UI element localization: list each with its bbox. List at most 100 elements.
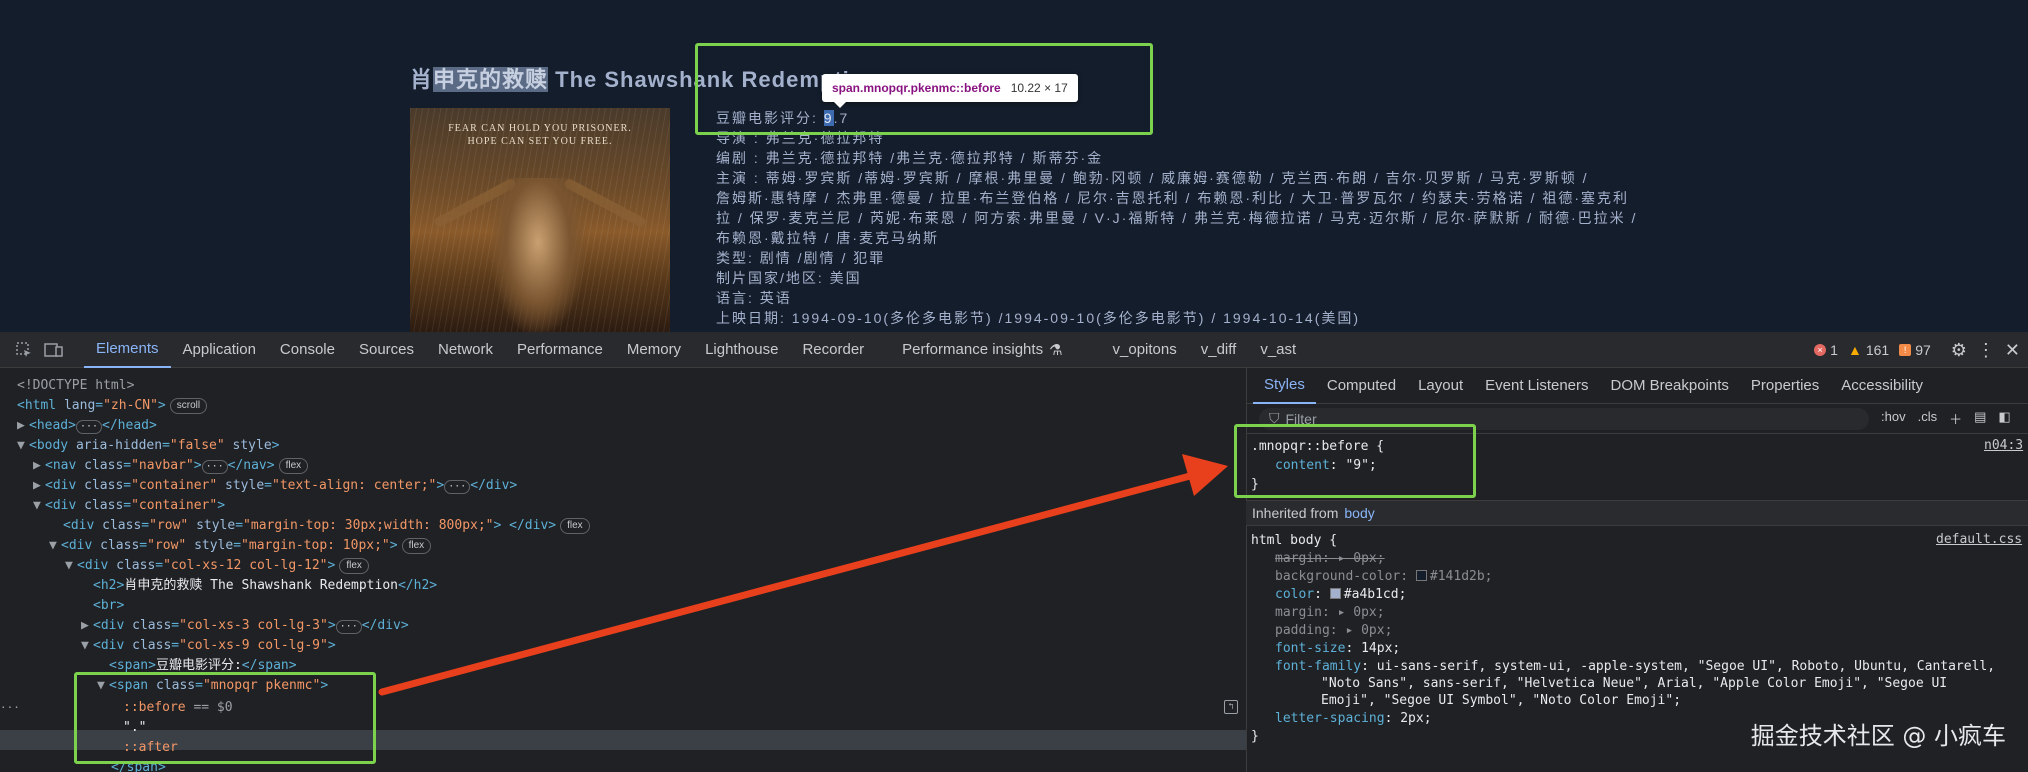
sidebar-toggle-icon[interactable]: ◧ — [1998, 409, 2010, 428]
font-family-cont-2: Emoji", "Segoe UI Symbol", "Noto Color E… — [1321, 693, 1682, 708]
tab-v-ast[interactable]: v_ast — [1248, 332, 1308, 368]
tab-lighthouse[interactable]: Lighthouse — [693, 332, 790, 368]
issues-count[interactable]: ! 97 — [1899, 342, 1931, 358]
container-node-2[interactable]: ▼ <div class="container"> — [33, 496, 225, 516]
genre-line: 类型: 剧情 /剧情 / 犯罪 — [716, 250, 886, 266]
rule2-source-link[interactable]: default.css — [1936, 532, 2022, 547]
webpage-viewport: 肖申克的救赎 The Shawshank Redemption FEAR CAN… — [0, 0, 2028, 332]
inspect-element-icon[interactable] — [12, 338, 36, 362]
tab-performance-insights-label: Performance insights — [902, 341, 1044, 358]
expand-triangle-icon[interactable]: ▶ — [17, 416, 29, 436]
body-aria-value: "false" — [169, 438, 225, 453]
collapsed-dots[interactable]: ··· — [335, 620, 362, 634]
warning-count-text: 161 — [1865, 342, 1890, 358]
collapse-triangle-icon[interactable]: ▼ — [49, 536, 61, 556]
language-line: 语言: 英语 — [716, 290, 792, 306]
body-rule-selector[interactable]: html body { — [1251, 532, 1337, 549]
warning-count[interactable]: ▲ 161 — [1848, 342, 1889, 358]
flex-pill[interactable]: flex — [278, 458, 309, 474]
font-family-prop[interactable]: font-family: ui-sans-serif, system-ui, -… — [1275, 658, 1995, 675]
scroll-pill[interactable]: scroll — [169, 398, 208, 414]
row-node-1[interactable]: <div class="row" style="margin-top: 30px… — [63, 516, 590, 536]
issues-count-text: 97 — [1915, 342, 1931, 358]
br-node[interactable]: <br> — [93, 596, 124, 616]
tab-dom-breakpoints[interactable]: DOM Breakpoints — [1600, 368, 1740, 404]
collapse-triangle-icon[interactable]: ▼ — [33, 496, 45, 516]
collapse-triangle-icon[interactable]: ▼ — [17, 436, 29, 456]
close-devtools-icon[interactable]: ✕ — [2005, 340, 2020, 361]
inherited-body-link[interactable]: body — [1344, 505, 1374, 521]
background-color-prop[interactable]: background-color: #141d2b; — [1275, 568, 1493, 585]
tab-sources[interactable]: Sources — [347, 332, 426, 368]
expand-triangle-icon[interactable]: ▶ — [33, 476, 45, 496]
cast-line-2: 詹姆斯·惠特摩 / 杰弗里·德曼 / 拉里·布兰登伯格 / 尼尔·吉恩托利 / … — [716, 190, 1629, 206]
tab-recorder[interactable]: Recorder — [790, 332, 876, 368]
title-selected-text: 申克的救赎 — [433, 67, 549, 92]
color-prop[interactable]: color: #a4b1cd; — [1275, 586, 1406, 603]
collapsed-dots[interactable]: ··· — [444, 480, 471, 494]
collapsed-dots[interactable]: ··· — [75, 420, 103, 434]
col9-node[interactable]: ▼ <div class="col-xs-9 col-lg-9"> — [81, 636, 336, 656]
nav-class-value: "navbar" — [131, 458, 194, 473]
tab-performance-insights[interactable]: Performance insights ⚗ — [890, 332, 1074, 368]
letter-spacing-prop[interactable]: letter-spacing: 2px; — [1275, 710, 1432, 727]
row1-style-value: "margin-top: 30px;width: 800px;" — [243, 518, 494, 533]
add-rule-icon[interactable]: ＋ — [1949, 409, 1962, 428]
doctype-node[interactable]: <!DOCTYPE html> — [17, 376, 134, 396]
row-dots-icon[interactable]: ··· — [0, 698, 20, 718]
tab-layout[interactable]: Layout — [1407, 368, 1474, 404]
body-rule-close: } — [1251, 729, 1259, 744]
device-toolbar-icon[interactable] — [42, 338, 66, 362]
col3-node[interactable]: ▶ <div class="col-xs-3 col-lg-3"> ··· </div… — [81, 616, 409, 636]
rule1-source-link[interactable]: n04:3 — [1984, 438, 2023, 453]
font-family-cont-1: "Noto Sans", sans-serif, "Helvetica Neue… — [1321, 676, 1948, 691]
tab-event-listeners[interactable]: Event Listeners — [1474, 368, 1599, 404]
collapse-triangle-icon[interactable]: ▼ — [81, 636, 93, 656]
margin-prop-struck[interactable]: margin: ▸ 0px; — [1275, 550, 1385, 567]
nav-node[interactable]: ▶ <nav class="navbar"> ··· </nav> flex — [33, 456, 309, 476]
row-node-2[interactable]: ▼ <div class="row" style="margin-top: 10p… — [49, 536, 432, 556]
title-text: 肖 — [410, 67, 434, 92]
tab-console[interactable]: Console — [268, 332, 347, 368]
settings-gear-icon[interactable]: ⚙ — [1951, 340, 1967, 361]
tab-v-opitons[interactable]: v_opitons — [1101, 332, 1189, 368]
tab-elements[interactable]: Elements — [84, 332, 171, 368]
poster-figure — [488, 178, 588, 332]
flex-pill[interactable]: flex — [560, 518, 590, 534]
cast-line-3: 拉 / 保罗·麦克兰尼 / 芮妮·布莱恩 / 阿方索·弗里曼 / V·J·福斯特… — [716, 210, 1638, 226]
more-options-icon[interactable]: ⋮ — [1977, 340, 1995, 361]
html-node[interactable]: <html lang="zh-CN"> scroll — [17, 396, 208, 416]
tab-performance[interactable]: Performance — [505, 332, 615, 368]
expand-triangle-icon[interactable]: ▶ — [81, 616, 93, 636]
head-node[interactable]: ▶ <head> ··· </head> — [17, 416, 157, 436]
tab-network[interactable]: Network — [426, 332, 505, 368]
paint-icon[interactable]: ▤ — [1974, 409, 1986, 428]
tab-properties[interactable]: Properties — [1740, 368, 1830, 404]
tab-v-diff[interactable]: v_diff — [1189, 332, 1249, 368]
font-size-prop[interactable]: font-size: 14px; — [1275, 640, 1400, 657]
release-line: 上映日期: 1994-09-10(多伦多电影节) /1994-09-10(多伦多… — [716, 310, 1361, 326]
tab-styles[interactable]: Styles — [1253, 368, 1316, 404]
hov-toggle[interactable]: :hov — [1881, 409, 1906, 428]
open-in-panel-icon[interactable]: ↰ — [1224, 700, 1238, 714]
body-node[interactable]: ▼ <body aria-hidden="false" style> — [17, 436, 279, 456]
cls-toggle[interactable]: .cls — [1918, 409, 1938, 428]
color-swatch-icon[interactable] — [1329, 588, 1341, 599]
collapse-triangle-icon[interactable]: ▼ — [65, 556, 77, 576]
container-node-1[interactable]: ▶ <div class="container" style="text-alig… — [33, 476, 517, 496]
col12-node[interactable]: ▼ <div class="col-xs-12 col-lg-12"> flex — [65, 556, 369, 576]
tab-application[interactable]: Application — [171, 332, 268, 368]
color-swatch-icon[interactable] — [1415, 570, 1427, 581]
padding-prop[interactable]: padding: ▸ 0px; — [1275, 622, 1392, 639]
flex-pill[interactable]: flex — [401, 538, 432, 554]
margin-prop[interactable]: margin: ▸ 0px; — [1275, 604, 1385, 621]
collapsed-dots[interactable]: ··· — [201, 460, 228, 474]
h2-node[interactable]: <h2>肖申克的救赎 The Shawshank Redemption</h2> — [93, 576, 437, 596]
error-count[interactable]: × 1 — [1814, 342, 1838, 358]
tab-accessibility[interactable]: Accessibility — [1830, 368, 1934, 404]
expand-triangle-icon[interactable]: ▶ — [33, 456, 45, 476]
flex-pill[interactable]: flex — [339, 558, 369, 574]
error-icon: × — [1814, 344, 1827, 356]
tab-memory[interactable]: Memory — [615, 332, 693, 368]
tab-computed[interactable]: Computed — [1316, 368, 1407, 404]
